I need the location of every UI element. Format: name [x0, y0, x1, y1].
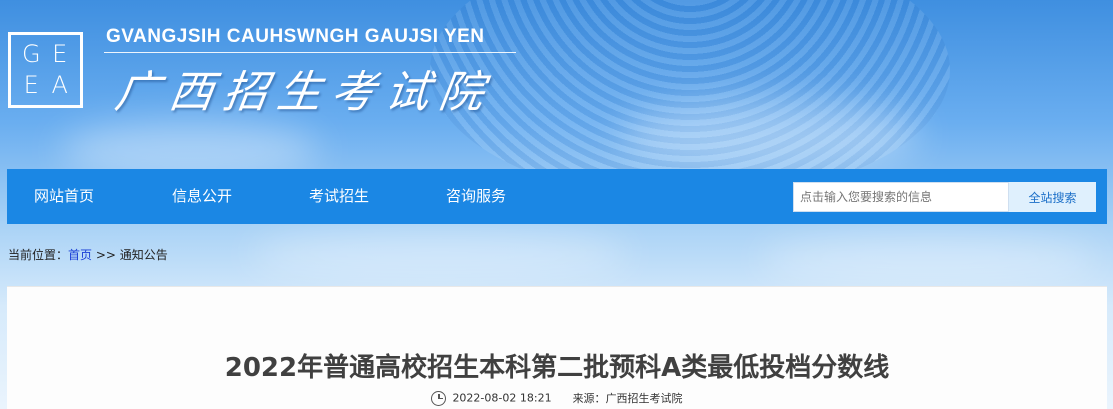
site-header: G E E A GVANGJSIH CAUHSWNGH GAUJSI YEN 广…	[0, 0, 1113, 168]
logo-letter: E	[23, 71, 39, 99]
cloud-decoration	[250, 230, 630, 280]
site-name-divider	[104, 52, 516, 53]
article-datetime: 2022-08-02 18:21	[452, 391, 552, 405]
nav-item-home[interactable]: 网站首页	[34, 169, 94, 224]
logo-letter: G	[21, 40, 41, 68]
article-source: 广西招生考试院	[605, 392, 683, 405]
breadcrumb-separator: >>	[92, 248, 120, 262]
main-nav: 网站首页 信息公开 考试招生 咨询服务 全站搜索	[7, 169, 1107, 224]
logo-letter: E	[52, 40, 68, 68]
breadcrumb-current: 通知公告	[119, 248, 168, 262]
site-logo[interactable]: G E E A	[8, 32, 83, 108]
article-meta: 2022-08-02 18:21 来源：广西招生考试院	[7, 390, 1107, 406]
breadcrumb: 当前位置：首页 >> 通知公告	[8, 246, 168, 263]
search-button[interactable]: 全站搜索	[1009, 182, 1096, 212]
search-input[interactable]	[793, 182, 1009, 212]
article-panel: 2022年普通高校招生本科第二批预科A类最低投档分数线 2022-08-02 1…	[7, 286, 1107, 409]
nav-item-exam-admission[interactable]: 考试招生	[309, 169, 369, 224]
site-name-chinese: 广西招生考试院	[111, 67, 497, 118]
logo-letter: A	[51, 71, 68, 99]
nav-item-consulting[interactable]: 咨询服务	[446, 169, 506, 224]
site-name-english: GVANGJSIH CAUHSWNGH GAUJSI YEN	[106, 26, 485, 47]
cloud-decoration	[760, 235, 1100, 285]
breadcrumb-home-link[interactable]: 首页	[68, 248, 92, 262]
article-source-label: 来源：	[572, 392, 606, 405]
clock-icon	[431, 390, 447, 406]
nav-item-info-disclosure[interactable]: 信息公开	[172, 169, 232, 224]
breadcrumb-prefix: 当前位置：	[8, 248, 69, 262]
article-title: 2022年普通高校招生本科第二批预科A类最低投档分数线	[224, 353, 890, 383]
